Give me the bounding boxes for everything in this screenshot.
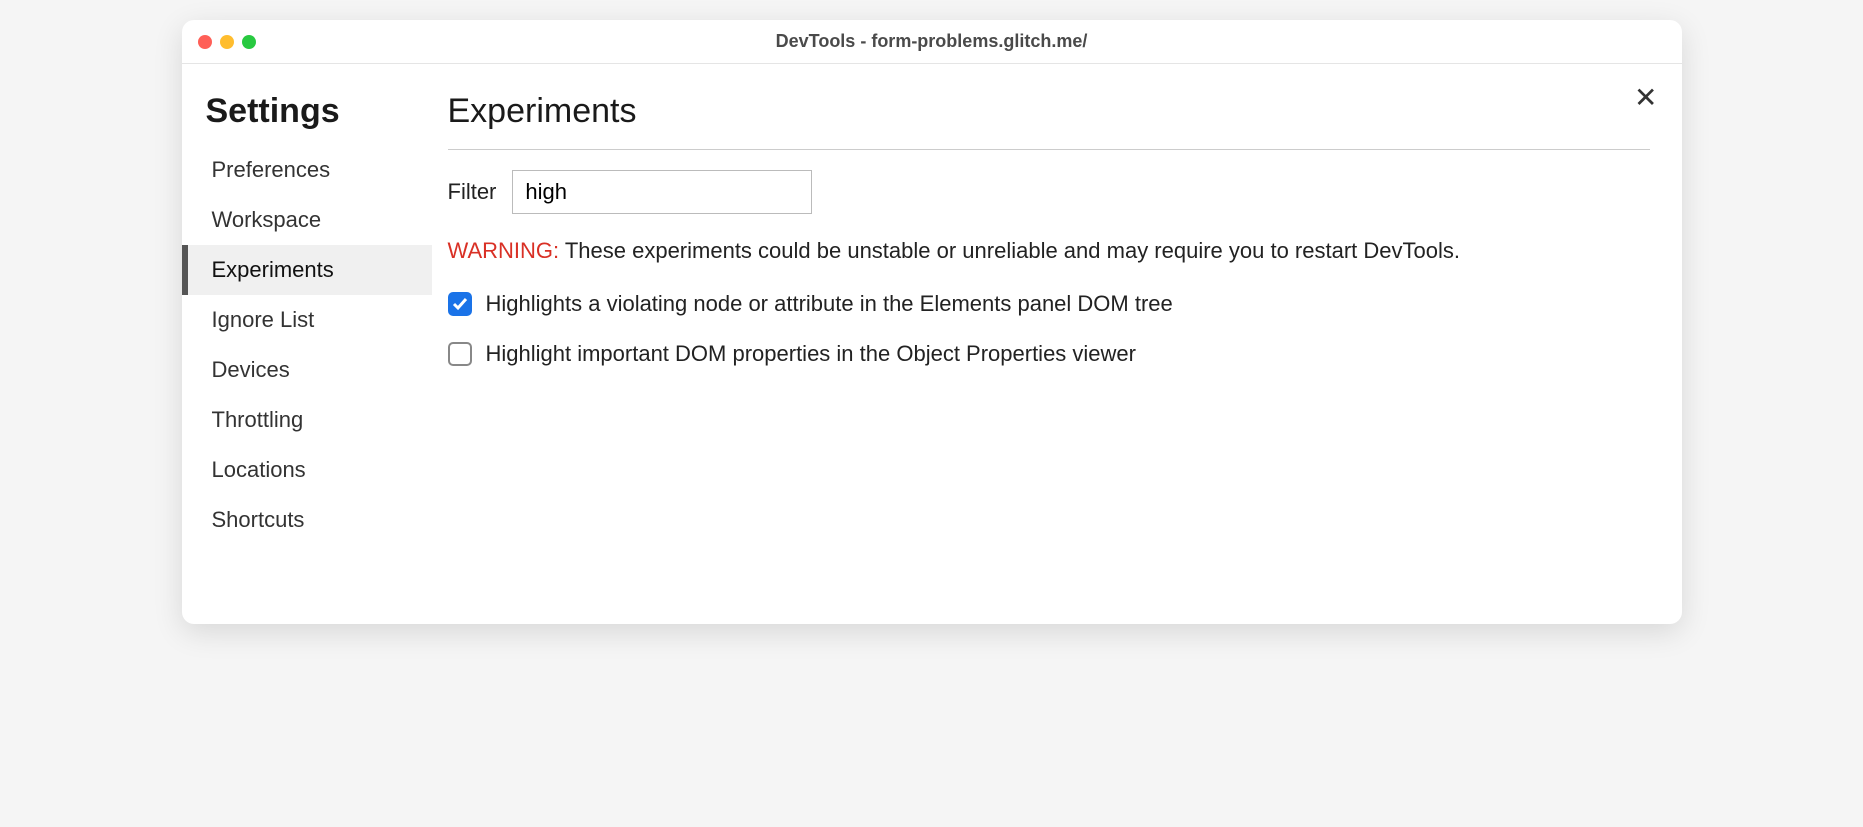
sidebar-item-workspace[interactable]: Workspace (182, 195, 432, 245)
settings-sidebar: Settings Preferences Workspace Experiments… (182, 64, 432, 624)
sidebar-item-devices[interactable]: Devices (182, 345, 432, 395)
sidebar-item-label: Throttling (212, 407, 304, 432)
filter-label: Filter (448, 179, 497, 205)
sidebar-title: Settings (182, 92, 432, 145)
sidebar-item-experiments[interactable]: Experiments (182, 245, 432, 295)
sidebar-item-label: Ignore List (212, 307, 315, 332)
filter-input[interactable] (512, 170, 812, 214)
experiment-label: Highlights a violating node or attribute… (486, 291, 1173, 317)
sidebar-item-label: Locations (212, 457, 306, 482)
sidebar-item-label: Shortcuts (212, 507, 305, 532)
sidebar-item-label: Workspace (212, 207, 322, 232)
close-window-button[interactable] (198, 35, 212, 49)
sidebar-item-label: Preferences (212, 157, 331, 182)
warning-message: WARNING: These experiments could be unst… (448, 236, 1650, 267)
devtools-window: DevTools - form-problems.glitch.me/ ✕ Se… (182, 20, 1682, 624)
experiment-checkbox[interactable] (448, 292, 472, 316)
warning-prefix: WARNING: (448, 238, 560, 263)
filter-row: Filter (448, 170, 1650, 214)
page-title: Experiments (448, 92, 1650, 150)
warning-text: These experiments could be unstable or u… (565, 238, 1460, 263)
experiment-checkbox[interactable] (448, 342, 472, 366)
settings-main: Experiments Filter WARNING: These experi… (432, 64, 1682, 624)
settings-content: ✕ Settings Preferences Workspace Experimen… (182, 64, 1682, 624)
sidebar-item-shortcuts[interactable]: Shortcuts (182, 495, 432, 545)
sidebar-item-preferences[interactable]: Preferences (182, 145, 432, 195)
sidebar-item-throttling[interactable]: Throttling (182, 395, 432, 445)
sidebar-item-label: Experiments (212, 257, 334, 282)
minimize-window-button[interactable] (220, 35, 234, 49)
close-icon[interactable]: ✕ (1634, 84, 1657, 112)
titlebar: DevTools - form-problems.glitch.me/ (182, 20, 1682, 64)
sidebar-item-ignore-list[interactable]: Ignore List (182, 295, 432, 345)
window-title: DevTools - form-problems.glitch.me/ (182, 31, 1682, 52)
sidebar-item-locations[interactable]: Locations (182, 445, 432, 495)
maximize-window-button[interactable] (242, 35, 256, 49)
sidebar-item-label: Devices (212, 357, 290, 382)
experiment-row: Highlight important DOM properties in th… (448, 341, 1650, 367)
traffic-lights (198, 35, 256, 49)
experiment-label: Highlight important DOM properties in th… (486, 341, 1137, 367)
experiment-row: Highlights a violating node or attribute… (448, 291, 1650, 317)
